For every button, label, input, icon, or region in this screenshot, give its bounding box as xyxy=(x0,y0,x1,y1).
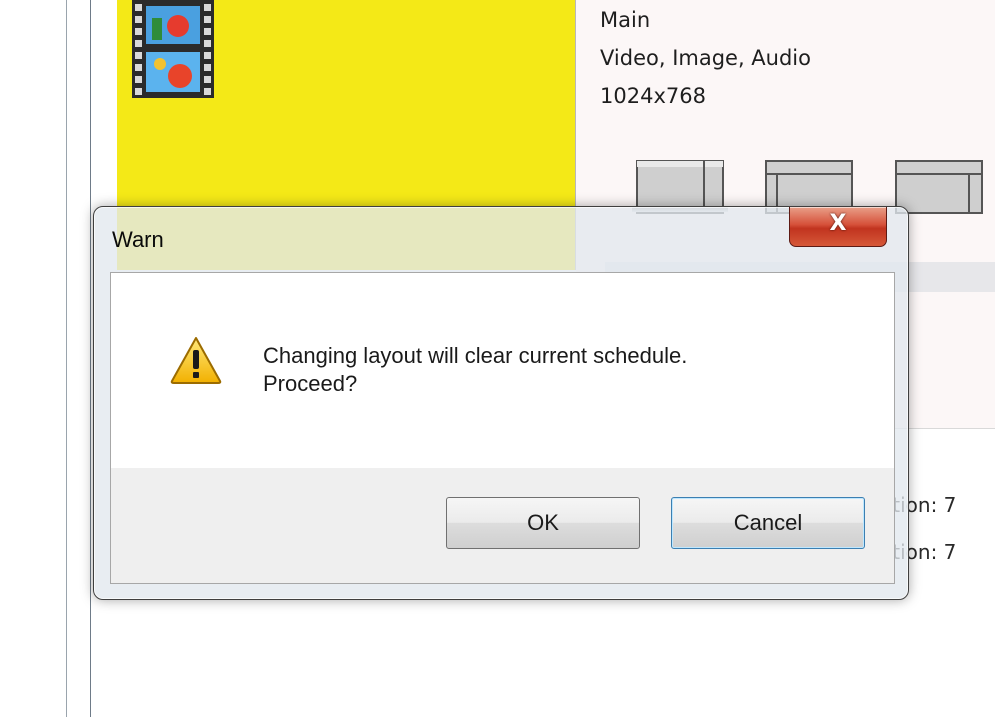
ok-button[interactable]: OK xyxy=(446,497,640,549)
warning-icon xyxy=(170,337,222,384)
left-margin xyxy=(0,0,66,717)
layout-thumb-header-right[interactable] xyxy=(895,160,983,214)
dialog-body: Changing layout will clear current sched… xyxy=(110,272,895,584)
message-line: Proceed? xyxy=(263,371,358,396)
warning-message: Changing layout will clear current sched… xyxy=(263,342,687,398)
warn-dialog: Warn X Changing layout will clear curren… xyxy=(93,206,909,600)
zone-resolution: 1024x768 xyxy=(600,84,706,108)
dialog-title: Warn xyxy=(112,227,164,252)
message-line: Changing layout will clear current sched… xyxy=(263,343,688,368)
zone-name: Main xyxy=(600,8,651,32)
cancel-button[interactable]: Cancel xyxy=(671,497,865,549)
close-button[interactable]: X xyxy=(789,207,887,247)
video-film-icon xyxy=(132,0,214,98)
divider-line xyxy=(66,0,67,717)
button-bar: OK Cancel xyxy=(111,468,894,583)
zone-media-types: Video, Image, Audio xyxy=(600,46,811,70)
divider-line xyxy=(90,0,91,717)
close-icon: X xyxy=(829,211,847,236)
message-area: Changing layout will clear current sched… xyxy=(111,273,894,468)
